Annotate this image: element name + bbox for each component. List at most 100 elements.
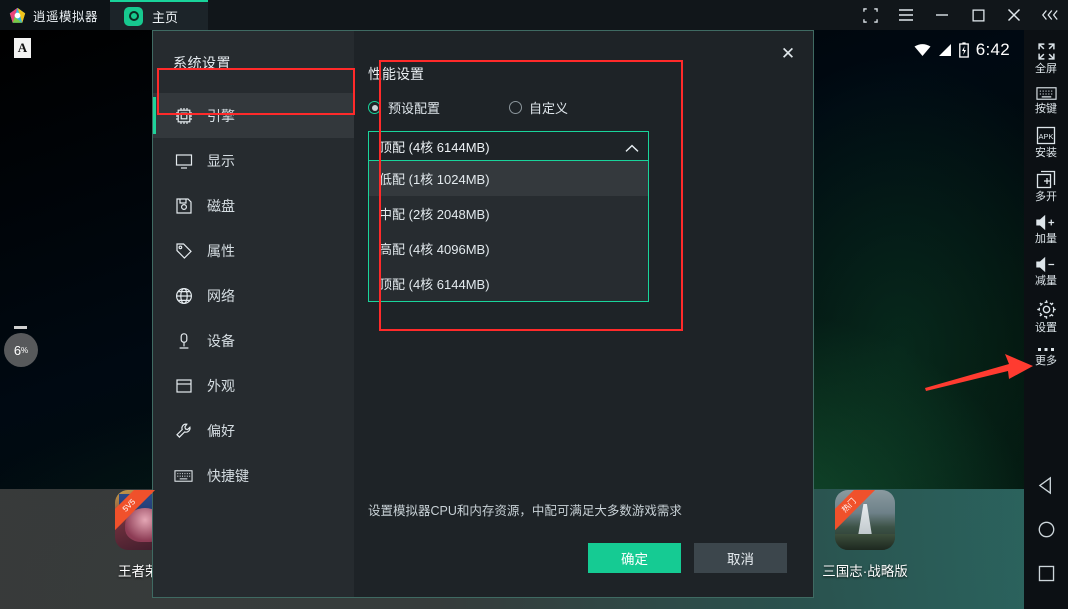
window-icon: [174, 376, 193, 395]
globe-icon: [174, 286, 193, 305]
dialog-close-button[interactable]: ✕: [773, 39, 803, 69]
preset-dropdown-value: 顶配 (4核 6144MB): [379, 139, 490, 155]
settings-content-pane: ✕ 性能设置 预设配置 自定义 顶配 (4核 6144MB) 低配 (1核 10…: [354, 31, 813, 597]
battery-charging-icon: [958, 42, 969, 58]
keyboard-icon: [1035, 87, 1057, 100]
dropdown-option-high[interactable]: 高配 (4核 4096MB): [369, 231, 648, 266]
section-title: 性能设置: [368, 66, 424, 82]
radio-preset-config[interactable]: 预设配置: [368, 98, 509, 117]
sidebar-item-disk[interactable]: 磁盘: [153, 183, 354, 228]
tab-home[interactable]: 主页: [110, 0, 209, 30]
sidebar-item-label: 设备: [207, 332, 235, 349]
sidebar-item-appearance[interactable]: 外观: [153, 363, 354, 408]
toolbar-item-keymapping[interactable]: 按键: [1024, 80, 1068, 120]
close-button[interactable]: [996, 0, 1032, 30]
settings-sidebar: 系统设置 引擎 显示 磁盘 属性 网络 设备 外观 偏好 快捷键: [153, 31, 354, 597]
toolbar-item-settings[interactable]: 设置: [1024, 293, 1068, 339]
sidebar-item-label: 网络: [207, 287, 235, 304]
app-icon-sanguozhi[interactable]: 热门 三国志·战略版: [810, 490, 920, 580]
multi-instance-icon: [1036, 171, 1056, 189]
memu-logo-icon: [9, 7, 26, 24]
toolbar-label: 多开: [1035, 191, 1057, 204]
window-titlebar: 逍遥模拟器 主页: [0, 0, 1068, 30]
radio-indicator: [509, 101, 522, 114]
sidebar-item-device[interactable]: 设备: [153, 318, 354, 363]
dialog-action-buttons: 确定 取消: [588, 543, 787, 573]
screenshot-crop-button[interactable]: [852, 0, 888, 30]
settings-nav-list: 引擎 显示 磁盘 属性 网络 设备 外观 偏好 快捷键: [153, 93, 354, 498]
wifi-icon: [914, 44, 931, 56]
sidebar-item-shortcuts[interactable]: 快捷键: [153, 453, 354, 498]
home-tab-icon: [124, 6, 144, 26]
chevron-up-icon: [625, 141, 639, 156]
radio-label: 预设配置: [388, 101, 441, 116]
sidebar-item-label: 偏好: [207, 422, 235, 439]
android-back-button[interactable]: [1024, 463, 1068, 507]
dropdown-option-medium[interactable]: 中配 (2核 2048MB): [369, 196, 648, 231]
cancel-button[interactable]: 取消: [694, 543, 787, 573]
wrench-icon: [174, 421, 193, 440]
toolbar-item-multi-instance[interactable]: 多开: [1024, 164, 1068, 208]
android-recents-button[interactable]: [1024, 551, 1068, 595]
fps-unit: %: [21, 345, 29, 355]
fullscreen-icon: [1037, 43, 1055, 60]
sidebar-item-label: 快捷键: [207, 467, 249, 484]
right-toolbar: 全屏 按键 APK 安装 多开 加量 减量 设置 更多: [1024, 30, 1068, 609]
minimize-button[interactable]: [924, 0, 960, 30]
app-artwork: 热门: [835, 490, 895, 550]
device-icon: [174, 331, 193, 350]
circle-home-icon: [1038, 521, 1054, 537]
tag-icon: [174, 241, 193, 260]
preset-dropdown-list: 低配 (1核 1024MB) 中配 (2核 2048MB) 高配 (4核 409…: [368, 161, 649, 302]
sidebar-item-label: 属性: [207, 242, 235, 259]
radio-label: 自定义: [529, 101, 569, 116]
keyboard-icon: [174, 466, 193, 485]
dropdown-option-low[interactable]: 低配 (1核 1024MB): [369, 161, 648, 196]
sidebar-item-preferences[interactable]: 偏好: [153, 408, 354, 453]
volume-up-icon: [1036, 215, 1055, 231]
android-home-button[interactable]: [1024, 507, 1068, 551]
toolbar-item-volume-up[interactable]: 加量: [1024, 208, 1068, 250]
preset-dropdown-trigger[interactable]: 顶配 (4核 6144MB): [368, 131, 649, 161]
radio-custom-config[interactable]: 自定义: [509, 98, 568, 117]
confirm-button[interactable]: 确定: [588, 543, 681, 573]
android-status-bar: 6:42: [914, 38, 1010, 62]
disk-icon: [174, 196, 193, 215]
performance-mode-radio-group: 预设配置 自定义: [368, 98, 670, 117]
sidebar-item-properties[interactable]: 属性: [153, 228, 354, 273]
toolbar-item-install-apk[interactable]: APK 安装: [1024, 120, 1068, 164]
titlebar-buttons: [852, 0, 1068, 30]
toolbar-label: 加量: [1035, 233, 1057, 246]
sidebar-item-display[interactable]: 显示: [153, 138, 354, 183]
radio-indicator-selected: [368, 101, 381, 114]
fps-bubble[interactable]: 6%: [4, 333, 38, 367]
annotation-arrow-to-settings: [925, 354, 1033, 391]
more-dots-icon: [1038, 347, 1054, 351]
signal-icon: [938, 43, 951, 56]
volume-down-icon: [1036, 257, 1055, 273]
titlebar-spacer: [208, 0, 852, 30]
maximize-button[interactable]: [960, 0, 996, 30]
status-clock: 6:42: [975, 40, 1010, 59]
menu-button[interactable]: [888, 0, 924, 30]
apk-install-icon: APK: [1036, 127, 1056, 145]
collapse-toolbar-button[interactable]: [1032, 0, 1068, 30]
brand-name: 逍遥模拟器: [33, 9, 99, 24]
assistant-badge[interactable]: A: [14, 38, 31, 58]
monitor-icon: [174, 151, 193, 170]
sidebar-item-network[interactable]: 网络: [153, 273, 354, 318]
toolbar-item-fullscreen[interactable]: 全屏: [1024, 36, 1068, 80]
square-recents-icon: [1038, 565, 1054, 581]
system-settings-dialog: 系统设置 引擎 显示 磁盘 属性 网络 设备 外观 偏好 快捷键 ✕ 性能设置 …: [152, 30, 814, 598]
sidebar-item-label: 外观: [207, 377, 235, 394]
sidebar-item-label: 磁盘: [207, 197, 235, 214]
triangle-back-icon: [1038, 476, 1051, 494]
app-ribbon: 5V5: [115, 490, 157, 533]
tab-label: 主页: [152, 9, 179, 25]
toolbar-item-volume-down[interactable]: 减量: [1024, 250, 1068, 292]
gear-icon: [1036, 299, 1056, 319]
app-brand: 逍遥模拟器: [0, 0, 111, 30]
sidebar-item-label: 引擎: [207, 107, 235, 124]
dropdown-option-top[interactable]: 顶配 (4核 6144MB): [369, 266, 648, 301]
sidebar-item-engine[interactable]: 引擎: [153, 93, 354, 138]
